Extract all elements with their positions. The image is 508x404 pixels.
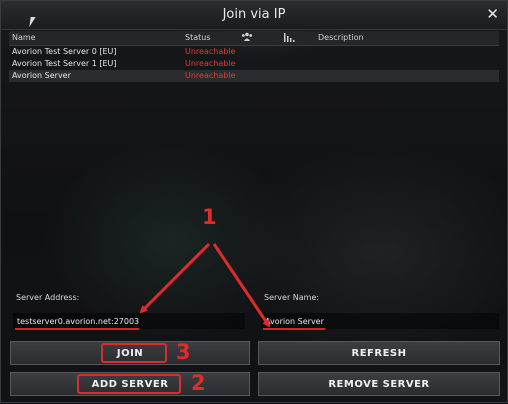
join-via-ip-window: Join via IP ✕ Name Status Description Av… (0, 0, 508, 403)
arrow-to-name (212, 243, 271, 328)
annotation-arrows (139, 242, 271, 328)
arrow-to-address (139, 242, 211, 314)
